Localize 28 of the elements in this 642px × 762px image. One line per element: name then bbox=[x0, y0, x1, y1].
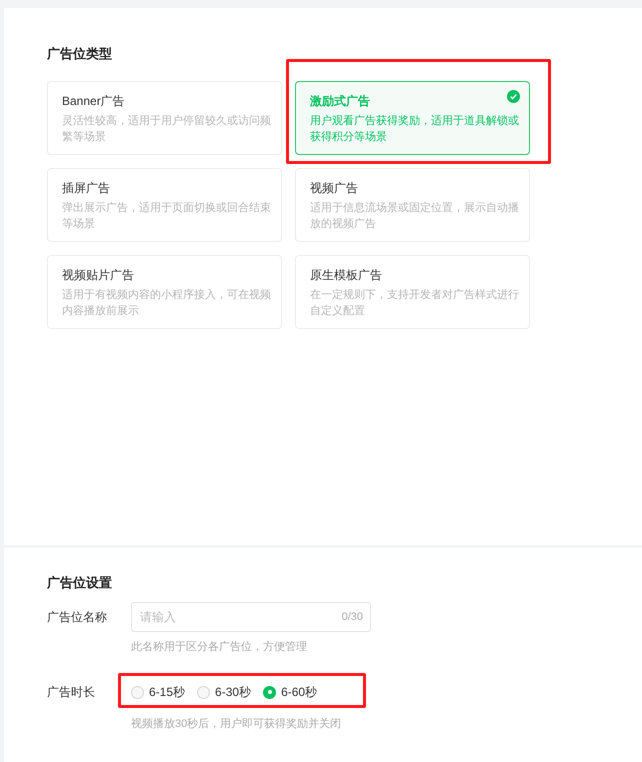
card-title: 激励式广告 bbox=[310, 93, 370, 110]
check-icon bbox=[507, 90, 520, 103]
card-description: 灵活性较高，适用于用户停留较久或访问频繁等场景 bbox=[62, 114, 272, 145]
card-title: 视频贴片广告 bbox=[62, 267, 134, 284]
card-description: 适用于信息流场景或固定位置，展示自动播放的视频广告 bbox=[310, 200, 520, 232]
card-description: 弹出展示广告，适用于页面切换或回合结束等场景 bbox=[62, 200, 272, 232]
ad-type-card[interactable]: 视频贴片广告 适用于有视频内容的小程序接入，可在视频内容播放前展示 bbox=[47, 255, 282, 329]
duration-radio[interactable]: 6-15秒 bbox=[131, 683, 186, 701]
duration-radio[interactable]: 6-30秒 bbox=[197, 683, 252, 701]
field-label: 广告时长 bbox=[47, 684, 96, 701]
card-title: 原生模板广告 bbox=[310, 267, 382, 284]
section-title: 广告位设置 bbox=[47, 574, 113, 592]
duration-radio[interactable]: 6-60秒 bbox=[263, 683, 318, 701]
ad-type-card[interactable]: 视频广告 适用于信息流场景或固定位置，展示自动播放的视频广告 bbox=[295, 168, 530, 242]
card-title: Banner广告 bbox=[62, 93, 125, 110]
character-counter: 0/30 bbox=[342, 610, 363, 624]
section-title: 广告位类型 bbox=[47, 45, 113, 63]
field-label: 广告位名称 bbox=[47, 609, 108, 626]
ad-type-card[interactable]: 插屏广告 弹出展示广告，适用于页面切换或回合结束等场景 bbox=[47, 168, 282, 242]
card-description: 用户观看广告获得奖励，适用于道具解锁或获得积分等场景 bbox=[310, 114, 520, 145]
card-title: 视频广告 bbox=[310, 180, 358, 197]
ad-type-card[interactable]: Banner广告 灵活性较高，适用于用户停留较久或访问频繁等场景 bbox=[47, 81, 282, 155]
card-title: 插屏广告 bbox=[62, 180, 110, 197]
card-description: 适用于有视频内容的小程序接入，可在视频内容播放前展示 bbox=[62, 288, 272, 319]
field-hint: 此名称用于区分各广告位，方便管理 bbox=[131, 640, 308, 655]
ad-type-card[interactable]: 原生模板广告 在一定规则下，支持开发者对广告样式进行自定义配置 bbox=[295, 255, 530, 329]
card-description: 在一定规则下，支持开发者对广告样式进行自定义配置 bbox=[310, 288, 520, 319]
field-hint: 视频播放30秒后，用户即可获得奖励并关闭 bbox=[131, 716, 342, 732]
